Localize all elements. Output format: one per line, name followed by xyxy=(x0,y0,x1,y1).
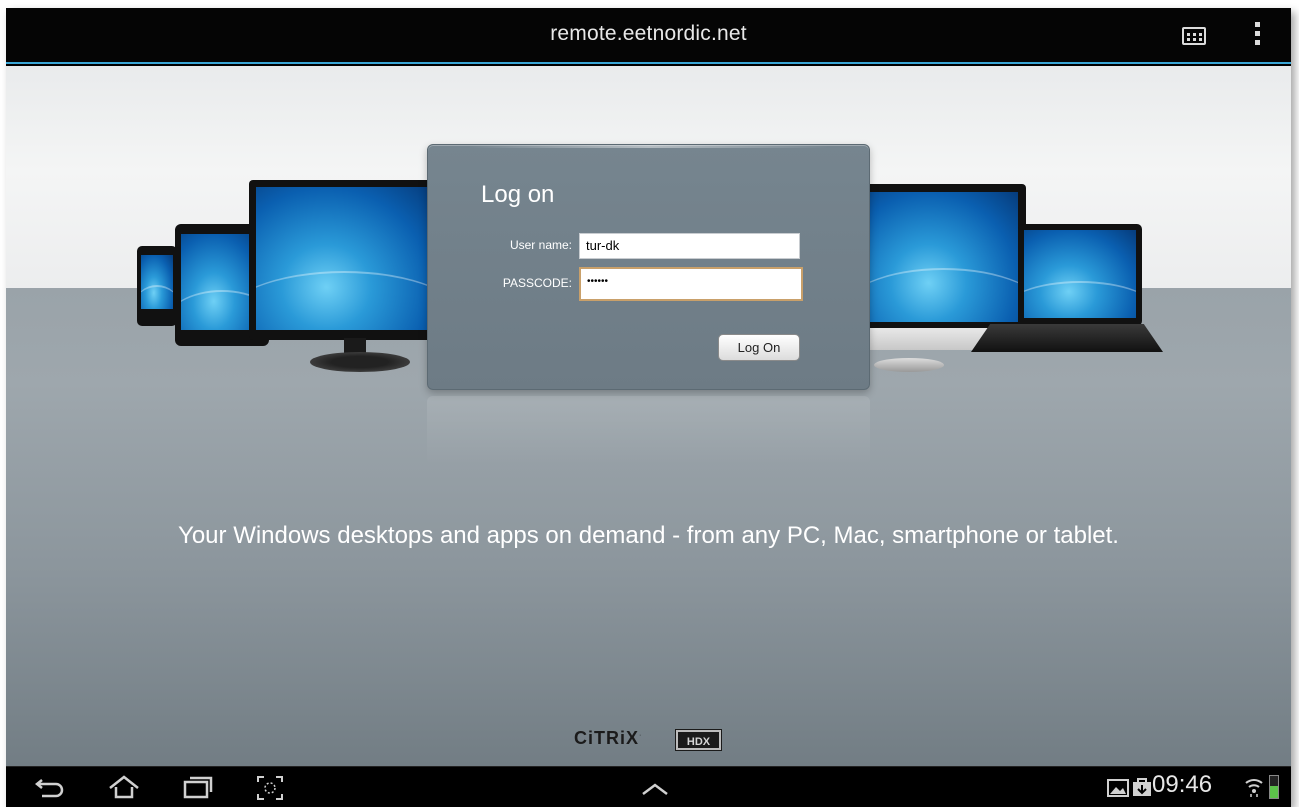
panel-reflection xyxy=(427,396,870,466)
username-label: User name: xyxy=(509,238,572,252)
username-field[interactable]: tur-dk xyxy=(579,233,800,259)
home-icon[interactable] xyxy=(106,775,142,799)
monitor-device-image xyxy=(249,180,439,340)
system-nav-bar: 09:46 xyxy=(6,766,1291,807)
panel-highlight xyxy=(468,145,829,148)
bag-icon xyxy=(1133,778,1151,796)
login-title: Log on xyxy=(481,181,555,208)
chevron-up-icon[interactable] xyxy=(640,781,670,797)
passcode-label: PASSCODE: xyxy=(502,276,572,290)
phone-device-image xyxy=(137,246,177,326)
overflow-menu-icon[interactable] xyxy=(1253,22,1261,52)
laptop-device-image xyxy=(1018,224,1142,326)
wifi-icon xyxy=(1245,779,1263,797)
laptop-keyboard-image xyxy=(971,324,1163,352)
recent-apps-icon[interactable] xyxy=(182,775,214,799)
battery-icon xyxy=(1269,775,1279,799)
top-bar: remote.eetnordic.net xyxy=(6,8,1291,64)
main-content: Log on User name: tur-dk PASSCODE: •••••… xyxy=(6,66,1291,766)
imac-base-image xyxy=(874,358,944,372)
keyboard-icon[interactable] xyxy=(1182,27,1206,45)
citrix-logo: CiTRiX· xyxy=(574,728,643,748)
citrix-logo-text: CiTRiX xyxy=(574,728,640,748)
log-on-button[interactable]: Log On xyxy=(718,334,800,361)
hdx-logo: HDX xyxy=(675,729,722,751)
back-icon[interactable] xyxy=(34,776,66,798)
monitor-base-image xyxy=(310,352,410,372)
gallery-icon xyxy=(1107,779,1129,797)
url-title: remote.eetnordic.net xyxy=(550,22,747,45)
tagline: Your Windows desktops and apps on demand… xyxy=(178,522,1119,549)
status-clock: 09:46 xyxy=(1152,771,1213,798)
app-window: remote.eetnordic.net Log on User name: t… xyxy=(6,8,1291,807)
imac-device-image xyxy=(861,184,1026,334)
passcode-field[interactable]: •••••• xyxy=(579,267,803,301)
screenshot-icon[interactable] xyxy=(256,775,284,801)
